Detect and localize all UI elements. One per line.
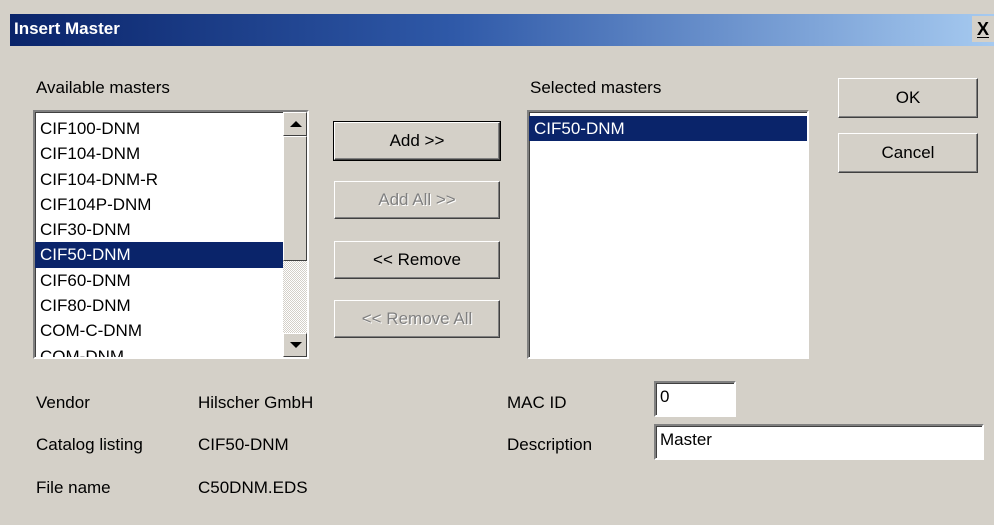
list-item[interactable]: COM-C-DNM [35,318,283,343]
list-item[interactable]: CIF104-DNM-R [35,167,283,192]
ok-button[interactable]: OK [838,78,978,118]
insert-master-dialog: Insert Master X Available masters CIF100… [0,0,994,525]
available-masters-label: Available masters [36,78,170,97]
arrow-down-icon[interactable] [283,333,307,357]
available-list-scrollbar[interactable] [283,112,307,357]
remove-all-button[interactable]: << Remove All [334,300,500,338]
add-all-button[interactable]: Add All >> [334,181,500,219]
list-item[interactable]: CIF104-DNM [35,141,283,166]
description-label: Description [507,435,593,454]
description-field[interactable]: Master [654,424,984,460]
close-glyph: X [976,19,989,39]
list-item[interactable]: CIF80-DNM [35,293,283,318]
scroll-thumb[interactable] [283,136,307,261]
file-name-label: File name [36,478,111,497]
close-icon[interactable]: X [972,16,994,42]
file-name-value: C50DNM.EDS [198,478,308,497]
selected-masters-list[interactable]: CIF50-DNM [527,110,809,359]
available-masters-list[interactable]: CIF100-DNM CIF104-DNM CIF104-DNM-R CIF104P-… [33,110,309,359]
list-item[interactable]: CIF104P-DNM [35,192,283,217]
list-item[interactable]: CIF50-DNM [529,116,807,142]
selected-masters-label: Selected masters [530,78,662,97]
arrow-up-icon[interactable] [283,112,307,136]
vendor-label: Vendor [36,393,90,412]
mac-id-label: MAC ID [507,393,567,412]
title-bar: Insert Master X [10,14,994,46]
add-button[interactable]: Add >> [333,121,501,161]
list-item[interactable]: CIF60-DNM [35,268,283,293]
remove-button[interactable]: << Remove [334,241,500,279]
list-item[interactable]: CIF100-DNM [35,116,283,141]
list-item[interactable]: COM-DNM [35,344,283,357]
list-item[interactable]: CIF30-DNM [35,217,283,242]
catalog-listing-label: Catalog listing [36,435,143,454]
catalog-listing-value: CIF50-DNM [198,435,289,454]
mac-id-field[interactable]: 0 [654,381,736,417]
list-item[interactable]: CIF50-DNM [35,242,283,268]
cancel-button[interactable]: Cancel [838,133,978,173]
window-title: Insert Master [14,19,120,38]
vendor-value: Hilscher GmbH [198,393,314,412]
